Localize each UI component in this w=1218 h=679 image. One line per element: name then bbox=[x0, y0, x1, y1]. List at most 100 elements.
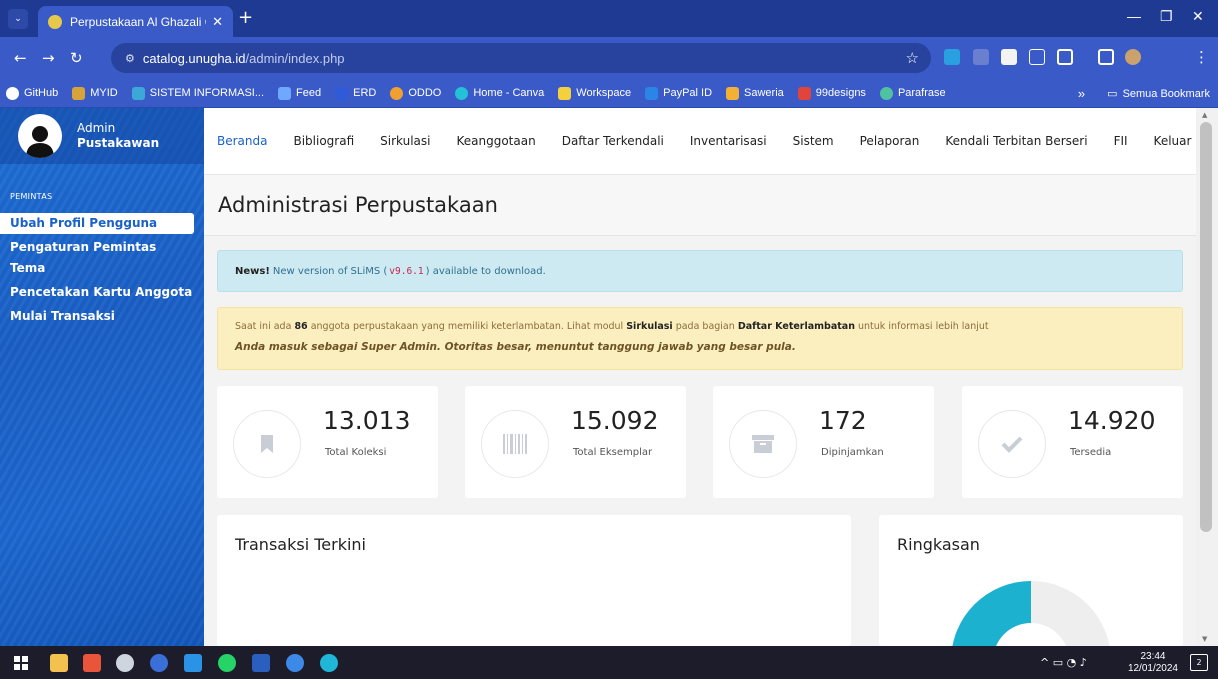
restore-icon[interactable]: ❐ bbox=[1160, 8, 1173, 25]
scroll-down-icon[interactable]: ▼ bbox=[1202, 635, 1207, 643]
extension-icon[interactable] bbox=[944, 49, 960, 65]
bookmark-label: Workspace bbox=[576, 87, 632, 99]
nav-sirkulasi[interactable]: Sirkulasi bbox=[380, 134, 430, 148]
bookmark-item[interactable]: GitHub bbox=[6, 86, 59, 100]
bookmark-item[interactable]: Workspace bbox=[558, 86, 632, 100]
bookmark-label: GitHub bbox=[24, 87, 59, 99]
nav-daftar-terkendali[interactable]: Daftar Terkendali bbox=[562, 134, 664, 148]
user-title: Pustakawan bbox=[77, 136, 160, 150]
stat-value: 13.013 bbox=[323, 406, 411, 435]
page-title: Administrasi Perpustakaan bbox=[218, 193, 498, 217]
bookmark-item[interactable]: SISTEM INFORMASI... bbox=[131, 86, 265, 100]
site-info-icon[interactable]: ⚙ bbox=[125, 52, 135, 65]
sidebar-item-pengaturan-pemintas[interactable]: Pengaturan Pemintas bbox=[0, 237, 204, 258]
minimize-icon[interactable]: — bbox=[1127, 8, 1141, 24]
sidebar-item-tema[interactable]: Tema bbox=[0, 258, 204, 279]
nav-kendali-terbitan[interactable]: Kendali Terbitan Berseri bbox=[945, 134, 1087, 148]
windows-start-icon[interactable] bbox=[14, 656, 28, 670]
sidebar-item-pencetakan-kartu[interactable]: Pencetakan Kartu Anggota bbox=[0, 282, 204, 303]
news-label: News! bbox=[235, 265, 270, 277]
address-bar[interactable]: ⚙ catalog.unugha.id/admin/index.php ☆ bbox=[111, 43, 931, 73]
bookmark-item[interactable]: MYID bbox=[72, 86, 118, 100]
overdue-count: 86 bbox=[294, 321, 308, 332]
bookmark-item[interactable]: ERD bbox=[335, 86, 376, 100]
stat-label: Tersedia bbox=[1070, 447, 1112, 458]
sidebar-item-ubah-profil[interactable]: Ubah Profil Pengguna bbox=[0, 213, 194, 234]
back-icon[interactable]: ← bbox=[14, 49, 27, 67]
bookmark-favicon-icon bbox=[390, 86, 404, 100]
bookmark-item[interactable]: ODDO bbox=[390, 86, 442, 100]
page-header: Administrasi Perpustakaan bbox=[204, 175, 1196, 236]
whatsapp-icon[interactable] bbox=[218, 654, 236, 672]
nav-keluar[interactable]: Keluar bbox=[1154, 134, 1192, 148]
bookmark-item[interactable]: Feed bbox=[278, 86, 321, 100]
donut-segment-rest[interactable] bbox=[1031, 581, 1111, 646]
user-name: Admin Pustakawan bbox=[77, 121, 159, 151]
nav-bibliografi[interactable]: Bibliografi bbox=[293, 134, 354, 148]
page-scrollbar[interactable]: ▲ ▼ bbox=[1196, 108, 1218, 646]
menu-kebab-icon[interactable]: ⋮ bbox=[1194, 48, 1209, 66]
clock[interactable]: 23:44 12/01/2024 bbox=[1128, 651, 1178, 675]
extensions-puzzle-icon[interactable] bbox=[1057, 49, 1073, 65]
bookmark-item[interactable]: Home - Canva bbox=[455, 86, 544, 100]
bookmark-label: PayPal ID bbox=[663, 87, 713, 99]
side-panel-icon[interactable] bbox=[1098, 49, 1114, 65]
extension-icon[interactable] bbox=[973, 49, 989, 65]
stat-label: Total Koleksi bbox=[325, 447, 387, 458]
donut-segment-primary[interactable] bbox=[951, 581, 1031, 646]
warn-section: Daftar Keterlambatan bbox=[737, 321, 855, 332]
nav-fii[interactable]: FII bbox=[1114, 134, 1128, 148]
tab-search-icon[interactable]: ⌄ bbox=[8, 9, 28, 29]
nav-keanggotaan[interactable]: Keanggotaan bbox=[456, 134, 535, 148]
bookmark-item[interactable]: PayPal ID bbox=[645, 86, 713, 100]
vscode-icon[interactable] bbox=[184, 654, 202, 672]
word-icon[interactable] bbox=[252, 654, 270, 672]
system-tray-icons[interactable]: ^ ▭ ◔ ♪ bbox=[1040, 656, 1087, 669]
bookmark-item[interactable]: Parafrase bbox=[879, 86, 946, 100]
more-bookmarks-icon[interactable]: » bbox=[1078, 86, 1085, 101]
summary-donut-chart[interactable] bbox=[951, 581, 1111, 646]
chrome-profile-icon[interactable] bbox=[286, 654, 304, 672]
canva-icon bbox=[455, 86, 469, 100]
user-role: Admin bbox=[77, 121, 116, 135]
nav-beranda[interactable]: Beranda bbox=[217, 134, 267, 148]
file-explorer-icon[interactable] bbox=[50, 654, 68, 672]
notification-icon[interactable]: 2 bbox=[1190, 654, 1208, 671]
browser-tab[interactable]: Perpustakaan Al Ghazali Cilacap ✕ bbox=[38, 6, 233, 37]
panel-title: Ringkasan bbox=[897, 535, 980, 554]
bookmark-item[interactable]: 99designs bbox=[797, 86, 866, 100]
bookmark-star-icon[interactable]: ☆ bbox=[906, 49, 919, 67]
bookmark-label: ODDO bbox=[408, 87, 442, 99]
all-bookmarks-link[interactable]: Semua Bookmark bbox=[1123, 88, 1210, 100]
news-version[interactable]: v9.6.1 bbox=[389, 266, 423, 277]
extension-icon[interactable] bbox=[1029, 49, 1045, 65]
sidebar-section-title: PEMINTAS bbox=[10, 192, 53, 201]
scrollbar-thumb[interactable] bbox=[1200, 122, 1212, 532]
forward-icon[interactable]: → bbox=[42, 49, 55, 67]
reload-icon[interactable]: ↻ bbox=[70, 49, 83, 67]
tab-close-icon[interactable]: ✕ bbox=[212, 14, 223, 30]
app-icon[interactable] bbox=[116, 654, 134, 672]
nav-sistem[interactable]: Sistem bbox=[793, 134, 834, 148]
nav-pelaporan[interactable]: Pelaporan bbox=[860, 134, 920, 148]
clock-time: 23:44 bbox=[1140, 651, 1166, 662]
chrome-icon[interactable] bbox=[150, 654, 168, 672]
bookmark-favicon-icon bbox=[558, 86, 572, 100]
close-window-icon[interactable]: ✕ bbox=[1192, 8, 1204, 25]
nav-inventarisasi[interactable]: Inventarisasi bbox=[690, 134, 767, 148]
warn-text: untuk informasi lebih lanjut bbox=[855, 321, 989, 332]
sidebar-item-mulai-transaksi[interactable]: Mulai Transaksi bbox=[0, 306, 204, 327]
extension-icon[interactable] bbox=[1001, 49, 1017, 65]
scroll-up-icon[interactable]: ▲ bbox=[1202, 111, 1207, 119]
bookmark-label: SISTEM INFORMASI... bbox=[149, 87, 265, 99]
avatar[interactable] bbox=[18, 114, 62, 158]
github-icon bbox=[6, 86, 19, 100]
figma-icon[interactable] bbox=[83, 654, 101, 672]
new-tab-button[interactable]: + bbox=[238, 8, 253, 28]
barcode-icon bbox=[481, 410, 549, 478]
bookmark-item[interactable]: Saweria bbox=[726, 86, 784, 100]
url-host: catalog.unugha.id bbox=[142, 50, 246, 66]
edge-icon[interactable] bbox=[320, 654, 338, 672]
profile-avatar-icon[interactable] bbox=[1125, 49, 1141, 65]
favicon-icon bbox=[48, 14, 62, 29]
